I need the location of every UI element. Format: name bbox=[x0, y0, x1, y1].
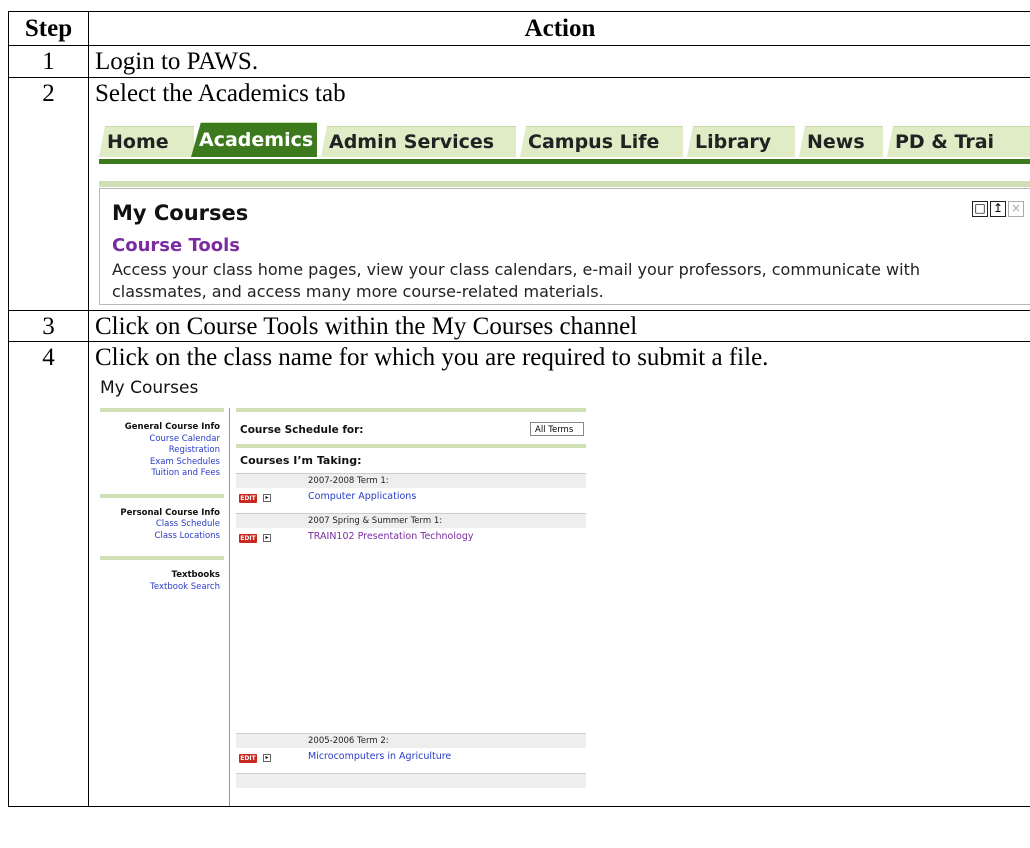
term-header: 2007 Spring & Summer Term 1: bbox=[236, 513, 586, 528]
term-header bbox=[236, 773, 586, 788]
portal-tab-bar: Home Academics Admin Services Campus Lif… bbox=[99, 122, 1030, 160]
course-link[interactable]: Microcomputers in Agriculture bbox=[308, 751, 451, 762]
course-spacer bbox=[236, 553, 586, 733]
course-link[interactable]: Computer Applications bbox=[308, 491, 416, 502]
course-link[interactable]: TRAIN102 Presentation Technology bbox=[308, 531, 473, 542]
sidebar-link-class-schedule[interactable]: Class Schedule bbox=[100, 519, 220, 531]
sidebar-link-textbook-search[interactable]: Textbook Search bbox=[100, 582, 220, 594]
channel-band bbox=[99, 181, 1030, 187]
sidebar-heading: Personal Course Info bbox=[120, 507, 220, 518]
step-number: 4 bbox=[42, 344, 55, 371]
tab-pd-training[interactable]: PD & Trai bbox=[887, 126, 1030, 157]
term-select[interactable]: All Terms bbox=[530, 422, 584, 436]
step-text: Click on the class name for which you ar… bbox=[95, 344, 769, 371]
tab-home[interactable]: Home bbox=[99, 126, 194, 157]
header-row: Step Action bbox=[8, 11, 1030, 46]
schedule-row: Course Schedule for: All Terms bbox=[236, 412, 586, 444]
step-row-3: 3 Click on Course Tools within the My Co… bbox=[8, 310, 1030, 342]
my-courses-channel: My Courses □ ↥ × Course Tools Access you… bbox=[99, 188, 1030, 305]
edit-button[interactable]: EDIT bbox=[239, 534, 257, 543]
term-header: 2005-2006 Term 2: bbox=[236, 733, 586, 748]
step-row-1: 1 Login to PAWS. bbox=[8, 45, 1030, 78]
course-schedule-panel: Course Schedule for: All Terms Courses I… bbox=[236, 408, 586, 788]
step-text: Select the Academics tab bbox=[95, 80, 346, 107]
courses-taking-heading: Courses I’m Taking: bbox=[240, 454, 362, 467]
sidebar-group-personal: Personal Course Info Class Schedule Clas… bbox=[100, 508, 224, 543]
sidebar-band bbox=[100, 408, 224, 412]
sidebar-link-class-locations[interactable]: Class Locations bbox=[100, 531, 220, 543]
sidebar-group-textbooks: Textbooks Textbook Search bbox=[100, 570, 224, 593]
course-tools-description: Access your class home pages, view your … bbox=[112, 260, 920, 301]
channel-controls: □ ↥ × bbox=[972, 201, 1024, 217]
close-icon[interactable]: × bbox=[1008, 201, 1024, 217]
edit-button[interactable]: EDIT bbox=[239, 494, 257, 503]
academics-tab-screenshot: Select the Academics tab Home Academics … bbox=[89, 78, 1030, 310]
course-row: EDIT ▸ Computer Applications bbox=[236, 488, 586, 513]
sidebar-heading: Textbooks bbox=[171, 570, 220, 580]
channel-title: My Courses bbox=[112, 201, 249, 225]
play-icon[interactable]: ▸ bbox=[263, 534, 271, 542]
tab-campus-life[interactable]: Campus Life bbox=[520, 126, 683, 157]
maximize-icon[interactable]: □ bbox=[972, 201, 988, 217]
sidebar-band bbox=[100, 556, 224, 560]
tab-underline bbox=[99, 159, 1030, 164]
play-icon[interactable]: ▸ bbox=[263, 494, 271, 502]
schedule-label: Course Schedule for: bbox=[240, 424, 364, 436]
focus-icon[interactable]: ↥ bbox=[990, 201, 1006, 217]
my-courses-heading: My Courses bbox=[100, 378, 199, 398]
tab-academics[interactable]: Academics bbox=[191, 122, 317, 157]
course-tools-link[interactable]: Course Tools bbox=[112, 235, 240, 256]
sidebar-link-registration[interactable]: Registration bbox=[100, 445, 220, 457]
step-number: 1 bbox=[42, 48, 55, 75]
sidebar-link-course-calendar[interactable]: Course Calendar bbox=[100, 434, 220, 446]
my-courses-screenshot: Click on the class name for which you ar… bbox=[89, 342, 1030, 806]
action-header: Action bbox=[88, 11, 1030, 46]
tab-news[interactable]: News bbox=[799, 126, 883, 157]
step-text: Login to PAWS. bbox=[95, 48, 259, 75]
steps-table: Step Action 1 Login to PAWS. 2 Select th… bbox=[8, 11, 1030, 807]
step-number: 3 bbox=[42, 313, 55, 340]
sidebar-group-general: General Course Info Course Calendar Regi… bbox=[100, 422, 224, 480]
tab-admin-services[interactable]: Admin Services bbox=[321, 126, 516, 157]
sidebar-heading: General Course Info bbox=[124, 422, 220, 432]
course-row: EDIT ▸ Microcomputers in Agriculture bbox=[236, 748, 586, 773]
step-row-4: 4 Click on the class name for which you … bbox=[8, 341, 1030, 807]
course-row: EDIT ▸ TRAIN102 Presentation Technology bbox=[236, 528, 586, 553]
edit-button[interactable]: EDIT bbox=[239, 754, 257, 763]
step-row-2: 2 Select the Academics tab Home Academic… bbox=[8, 77, 1030, 311]
step-header: Step bbox=[8, 11, 89, 46]
sidebar-link-tuition-fees[interactable]: Tuition and Fees bbox=[100, 468, 220, 480]
sidebar-divider bbox=[229, 408, 230, 806]
sidebar-band bbox=[100, 493, 224, 498]
step-text: Click on Course Tools within the My Cour… bbox=[95, 313, 638, 340]
course-sidebar: General Course Info Course Calendar Regi… bbox=[100, 408, 224, 607]
play-icon[interactable]: ▸ bbox=[263, 754, 271, 762]
tab-library[interactable]: Library bbox=[687, 126, 795, 157]
sidebar-link-exam-schedules[interactable]: Exam Schedules bbox=[100, 457, 220, 469]
term-header: 2007-2008 Term 1: bbox=[236, 473, 586, 488]
step-number: 2 bbox=[42, 80, 55, 107]
